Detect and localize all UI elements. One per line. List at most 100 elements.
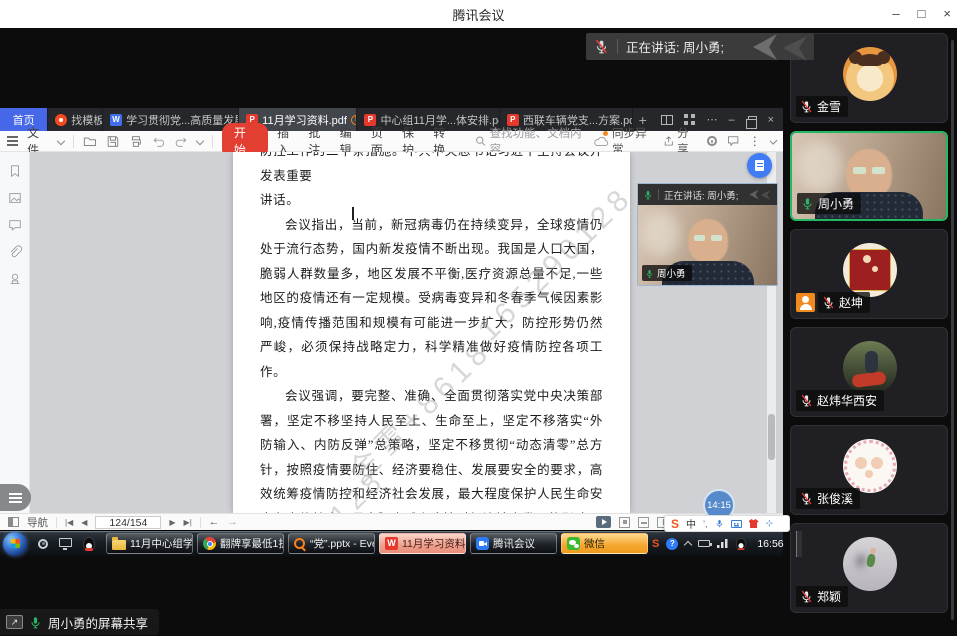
participant-tile-speaking[interactable]: 周小勇 bbox=[790, 131, 948, 221]
sidebar-scrollbar[interactable] bbox=[951, 40, 954, 620]
document-text: 防控工作的二十条措施。中共中央总书记习近平主持会议并发表重要 讲话。 会议指出，… bbox=[233, 152, 630, 513]
tray-qq-icon[interactable] bbox=[736, 538, 746, 550]
folder-icon bbox=[112, 540, 126, 550]
wps-restore-icon[interactable] bbox=[748, 116, 757, 124]
sogou-input-bar: S 中 ’, ⊹ bbox=[664, 515, 790, 532]
taskbar-button-everything[interactable]: “党”.pptx - Every... bbox=[288, 533, 375, 554]
comment-icon[interactable] bbox=[8, 218, 22, 232]
tab-docer[interactable]: 找模板 bbox=[48, 108, 103, 131]
participant-name-chip: 张俊溪 bbox=[796, 488, 860, 509]
tray-expand-icon[interactable] bbox=[684, 541, 692, 549]
avatar bbox=[843, 47, 897, 101]
pinned-qq-icon[interactable] bbox=[83, 537, 95, 551]
bookmark-icon[interactable] bbox=[8, 164, 22, 178]
save-icon[interactable] bbox=[106, 134, 120, 149]
show-desktop-button[interactable] bbox=[796, 531, 802, 557]
captured-speaking-indicator: 正在讲话: 周小勇; bbox=[638, 184, 777, 205]
word-doc-icon bbox=[110, 114, 122, 126]
tray-sogou-icon[interactable]: S bbox=[652, 538, 659, 550]
next-page-button[interactable]: ▶ bbox=[169, 518, 175, 527]
print-icon[interactable] bbox=[129, 134, 143, 149]
scrollbar-thumb[interactable] bbox=[768, 414, 775, 460]
annotation-panel-toggle[interactable] bbox=[0, 484, 31, 511]
screen-share-badge: ↗ 周小勇的屏幕共享 bbox=[0, 609, 159, 635]
open-icon[interactable] bbox=[83, 134, 97, 149]
quick-access-chevron-icon[interactable] bbox=[196, 137, 204, 145]
sogou-logo-icon[interactable]: S bbox=[671, 517, 679, 531]
pinned-computer-icon[interactable] bbox=[59, 538, 72, 547]
last-page-button[interactable]: ▶| bbox=[184, 518, 192, 527]
comment-bubble-icon[interactable] bbox=[727, 134, 739, 148]
taskbar-button-chrome[interactable]: 翻牌享最低1折开... bbox=[197, 533, 284, 554]
participant-name-chip: 金雪 bbox=[796, 96, 848, 117]
taskbar-button-wps-active[interactable]: 11月学习资料.pdf... bbox=[379, 533, 466, 554]
minimize-button[interactable]: – bbox=[892, 0, 899, 28]
participant-tile[interactable]: 赵坤 bbox=[790, 229, 948, 319]
tab-grid-icon[interactable] bbox=[684, 114, 695, 125]
doc-paragraph: 会议强调，要完整、准确、全面贯彻落实党中央决策部署，坚定不移坚持人民至上、生命至… bbox=[260, 384, 603, 513]
kebab-menu-icon[interactable]: ⋮ bbox=[749, 134, 761, 148]
network-signal-icon[interactable] bbox=[717, 539, 728, 548]
taskbar-button-folder[interactable]: 11月中心组学习 bbox=[106, 533, 193, 554]
punctuation-icon[interactable]: ’, bbox=[703, 519, 708, 529]
windows-logo-icon bbox=[11, 539, 20, 548]
pinned-settings-icon[interactable] bbox=[38, 539, 48, 549]
mic-muted-icon bbox=[822, 296, 835, 309]
pdf-side-strip bbox=[0, 152, 30, 513]
wps-minimize-icon[interactable]: – bbox=[728, 114, 734, 126]
mic-muted-icon bbox=[800, 394, 813, 407]
page-number-input[interactable]: 124/154 bbox=[95, 516, 161, 529]
stamp-icon[interactable] bbox=[8, 272, 22, 286]
input-mode-chinese-icon[interactable]: 中 bbox=[686, 516, 696, 531]
windows-taskbar: 11月中心组学习 翻牌享最低1折开... “党”.pptx - Every...… bbox=[0, 530, 783, 556]
mic-muted-icon bbox=[800, 492, 813, 505]
slideshow-button[interactable] bbox=[596, 516, 611, 528]
history-forward-button[interactable]: → bbox=[227, 516, 238, 528]
toolbox-icon[interactable]: ⊹ bbox=[766, 518, 774, 529]
undo-icon[interactable] bbox=[152, 134, 166, 149]
page-turn-arrows-icon[interactable] bbox=[744, 31, 812, 63]
search-magnifier-icon bbox=[294, 538, 306, 550]
captured-name-chip: 周小勇 bbox=[642, 265, 692, 281]
tab-word-doc[interactable]: 学习贯彻党...高质量发展 bbox=[103, 108, 239, 131]
snapshot-icon[interactable] bbox=[8, 191, 22, 205]
split-view-icon[interactable] bbox=[661, 115, 673, 125]
wechat-icon bbox=[567, 537, 580, 550]
taskbar-button-meeting[interactable]: 腾讯会议 bbox=[470, 533, 557, 554]
document-icon bbox=[755, 160, 764, 171]
soft-keyboard-icon[interactable] bbox=[731, 520, 742, 528]
prev-page-button[interactable]: ◀ bbox=[81, 518, 87, 527]
participant-tile[interactable]: 张俊溪 bbox=[790, 425, 948, 515]
meeting-stage: 正在讲话: 周小勇; 首页 找模板 学习贯彻党...高质量发展 bbox=[0, 28, 957, 636]
participant-tile[interactable]: 郑颖 bbox=[790, 523, 948, 613]
battery-icon[interactable] bbox=[698, 540, 710, 547]
participant-tile[interactable]: 赵炜华西安 bbox=[790, 327, 948, 417]
captured-banner-text: 正在讲话: 周小勇; bbox=[664, 188, 738, 202]
mic-on-icon bbox=[801, 197, 814, 210]
fit-page-icon[interactable] bbox=[619, 517, 630, 528]
maximize-button[interactable]: □ bbox=[918, 0, 926, 28]
meeting-camera-icon bbox=[476, 537, 489, 550]
file-menu-chevron-icon[interactable] bbox=[57, 137, 65, 145]
wps-close-icon[interactable]: × bbox=[768, 114, 774, 126]
attachment-icon[interactable] bbox=[8, 245, 22, 259]
navigation-label[interactable]: 导航 bbox=[27, 515, 48, 530]
assistant-float-button[interactable] bbox=[747, 153, 772, 178]
hamburger-menu-icon[interactable] bbox=[7, 140, 18, 142]
taskbar-button-wechat[interactable]: 微信 bbox=[561, 533, 648, 554]
participant-name-chip: 赵坤 bbox=[818, 292, 870, 313]
navigation-pane-icon[interactable] bbox=[8, 517, 19, 527]
skin-icon[interactable] bbox=[749, 519, 759, 528]
taskbar-clock[interactable]: 16:56 bbox=[754, 538, 786, 550]
redo-icon[interactable] bbox=[174, 134, 188, 149]
close-button[interactable]: × bbox=[943, 0, 951, 28]
captured-self-video: 周小勇 bbox=[638, 205, 777, 285]
settings-gear-icon[interactable] bbox=[707, 136, 716, 146]
history-back-button[interactable]: ← bbox=[209, 516, 220, 528]
first-page-button[interactable]: |◀ bbox=[65, 518, 73, 527]
tray-help-icon[interactable]: ? bbox=[666, 538, 678, 550]
collapse-ribbon-icon[interactable] bbox=[769, 137, 777, 145]
fit-width-icon[interactable] bbox=[638, 517, 649, 528]
voice-input-icon[interactable] bbox=[715, 518, 724, 529]
start-button[interactable] bbox=[3, 532, 27, 556]
